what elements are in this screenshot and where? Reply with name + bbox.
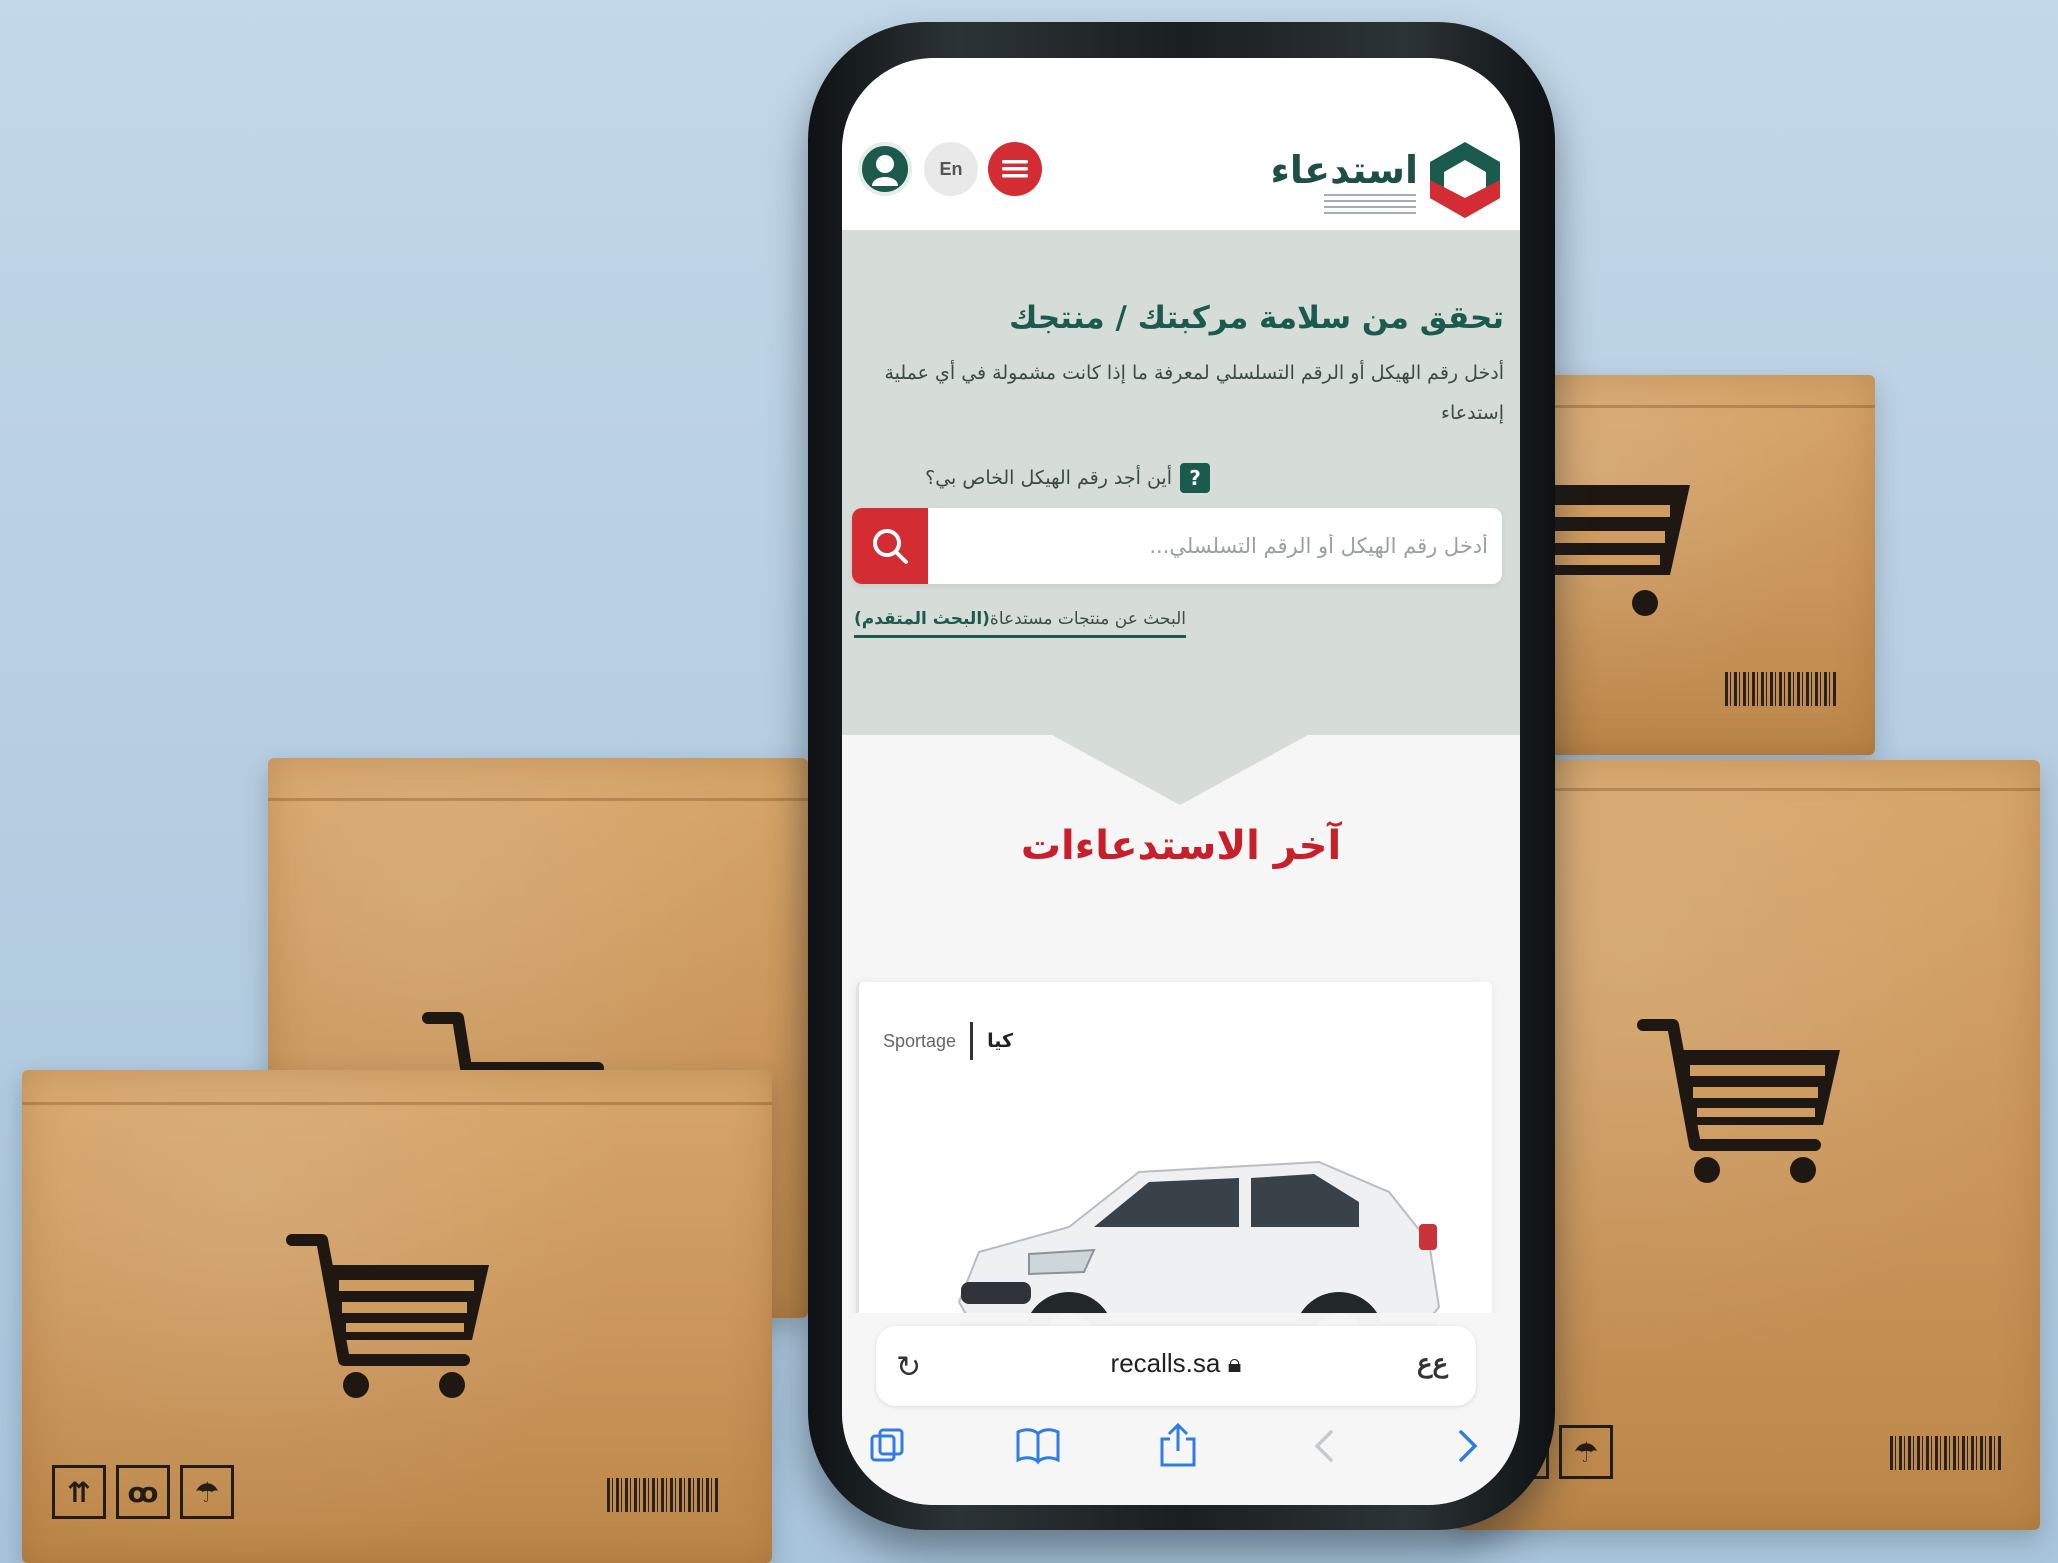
- barcode: [1890, 1436, 2002, 1470]
- app-header: استدعاء En: [842, 58, 1520, 230]
- advanced-search-label: (البحث المتقدم): [854, 609, 990, 629]
- brand-tagline: [1324, 194, 1416, 218]
- account-button[interactable]: [858, 142, 912, 196]
- forward-icon[interactable]: [1440, 1418, 1496, 1474]
- advanced-search-prefix: البحث عن منتجات مستدعاة: [989, 609, 1186, 629]
- search-icon: [873, 529, 908, 564]
- user-icon: [872, 155, 898, 186]
- hero-description: أدخل رقم الهيكل أو الرقم التسلسلي لمعرفة…: [884, 362, 1504, 424]
- back-icon[interactable]: [1296, 1418, 1352, 1474]
- brand-logo-icon: [1430, 142, 1500, 218]
- tabs-icon[interactable]: [860, 1418, 916, 1474]
- find-vin-help-link[interactable]: ? أين أجد رقم الهيكل الخاص بي؟: [925, 463, 1210, 493]
- cardboard-box-front-left: ⇈ ꝏ ☂: [22, 1070, 772, 1563]
- hero-title: تحقق من سلامة مركبتك / منتجك: [1008, 300, 1504, 336]
- question-icon: ?: [1180, 463, 1210, 493]
- url-text: recalls.sa 🔒︎: [1110, 1348, 1242, 1378]
- barcode: [607, 1478, 719, 1512]
- fragile-icon: ꝏ: [116, 1465, 170, 1519]
- hamburger-menu-icon: [1002, 160, 1028, 178]
- handling-symbols: ⇈ ꝏ ☂: [52, 1465, 234, 1519]
- advanced-search-link[interactable]: البحث عن منتجات مستدعاة(البحث المتقدم): [854, 609, 1186, 638]
- box-flap-line: [268, 798, 808, 801]
- phone-screen: استدعاء En تحقق من سلامة مركبتك / منتجك …: [842, 58, 1520, 1505]
- umbrella-icon: ☂: [1559, 1425, 1613, 1479]
- hero-pointer: [1052, 735, 1308, 805]
- vin-search-box: [852, 508, 1502, 584]
- search-button[interactable]: [852, 508, 928, 584]
- address-bar[interactable]: ↻ recalls.sa 🔒︎ ﻉﻉ: [876, 1326, 1476, 1406]
- recall-brand: كيا: [987, 1030, 1014, 1052]
- bookmarks-icon[interactable]: [1010, 1418, 1066, 1474]
- brand-name: استدعاء: [1270, 148, 1418, 192]
- shopping-cart-icon: [1637, 1019, 1840, 1183]
- lock-icon: 🔒︎: [1227, 1348, 1242, 1378]
- vin-search-input[interactable]: [936, 516, 1488, 576]
- text-size-button[interactable]: ﻉﻉ: [1417, 1348, 1448, 1379]
- find-vin-help-text: أين أجد رقم الهيكل الخاص بي؟: [925, 467, 1172, 489]
- recall-model: Sportage: [883, 1030, 957, 1051]
- recall-card-meta: Sportage كيا: [883, 1022, 1013, 1060]
- this-way-up-icon: ⇈: [52, 1465, 106, 1519]
- box-flap-line: [22, 1102, 772, 1105]
- umbrella-icon: ☂: [180, 1465, 234, 1519]
- language-toggle-button[interactable]: En: [924, 142, 978, 196]
- menu-button[interactable]: [988, 142, 1042, 196]
- divider: [970, 1022, 974, 1060]
- latest-recalls-title: آخر الاستدعاءات: [1020, 823, 1342, 869]
- share-icon[interactable]: [1150, 1418, 1206, 1474]
- barcode: [1725, 672, 1837, 706]
- shopping-cart-icon: [286, 1234, 489, 1398]
